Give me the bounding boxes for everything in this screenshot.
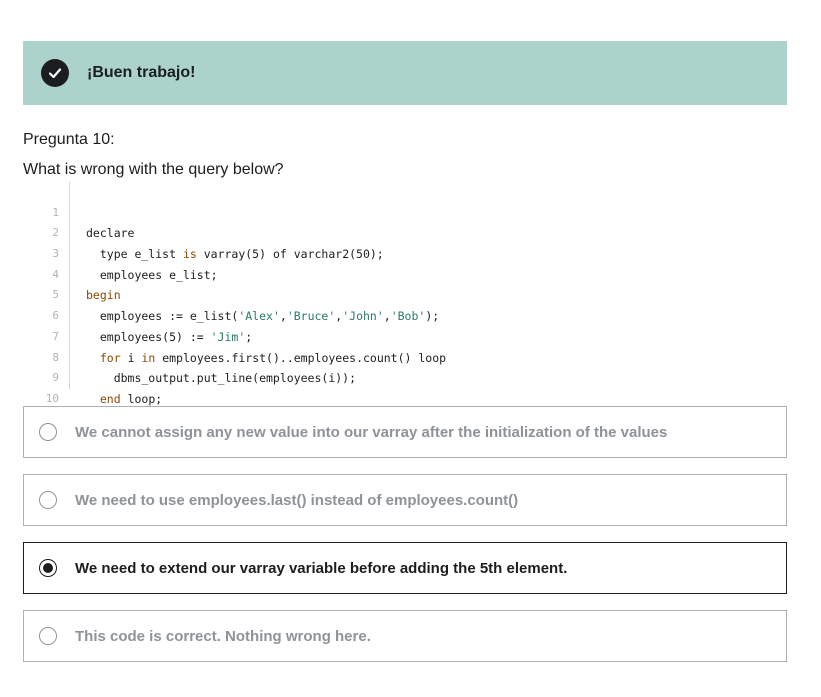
- code-line: 2 type e_list is varray(5) of varchar2(5…: [23, 203, 787, 261]
- success-banner: ¡Buen trabajo!: [23, 41, 787, 105]
- quiz-page: ¡Buen trabajo! Pregunta 10: What is wron…: [0, 0, 821, 697]
- answer-option-4[interactable]: This code is correct. Nothing wrong here…: [23, 610, 787, 662]
- radio-button[interactable]: [39, 491, 57, 509]
- code-line: 9 end loop;: [23, 348, 787, 406]
- checkmark-icon: [41, 59, 69, 87]
- banner-message: ¡Buen trabajo!: [87, 64, 196, 81]
- question-text: What is wrong with the query below?: [23, 161, 284, 178]
- code-line: 1 declare: [23, 182, 787, 241]
- answer-option-2[interactable]: We need to use employees.last() instead …: [23, 474, 787, 526]
- answer-text: We need to extend our varray variable be…: [75, 559, 568, 577]
- radio-button[interactable]: [39, 423, 57, 441]
- code-line: 6 employees(5) := 'Jim';: [23, 285, 787, 344]
- code-line: 7 for i in employees.first()..employees.…: [23, 306, 787, 365]
- answer-text: This code is correct. Nothing wrong here…: [75, 627, 371, 645]
- radio-dot-icon: [43, 563, 53, 573]
- answer-option-1[interactable]: We cannot assign any new value into our …: [23, 406, 787, 458]
- answer-text: We need to use employees.last() instead …: [75, 491, 519, 509]
- radio-button-selected[interactable]: [39, 559, 57, 577]
- code-line: 5 employees := e_list('Alex','Bruce','Jo…: [23, 265, 787, 323]
- question-number: Pregunta 10:: [23, 131, 115, 148]
- answer-option-3[interactable]: We need to extend our varray variable be…: [23, 542, 787, 594]
- code-line: 8 dbms_output.put_line(employees(i));: [23, 327, 787, 386]
- code-line: 4 begin: [23, 244, 787, 303]
- code-line: 10 end;: [23, 368, 787, 427]
- answer-text: We cannot assign any new value into our …: [75, 423, 668, 441]
- code-line: 3 employees e_list;: [23, 223, 787, 282]
- radio-button[interactable]: [39, 627, 57, 645]
- code-block: 1 declare 2 type e_list is varray(5) of …: [23, 182, 787, 427]
